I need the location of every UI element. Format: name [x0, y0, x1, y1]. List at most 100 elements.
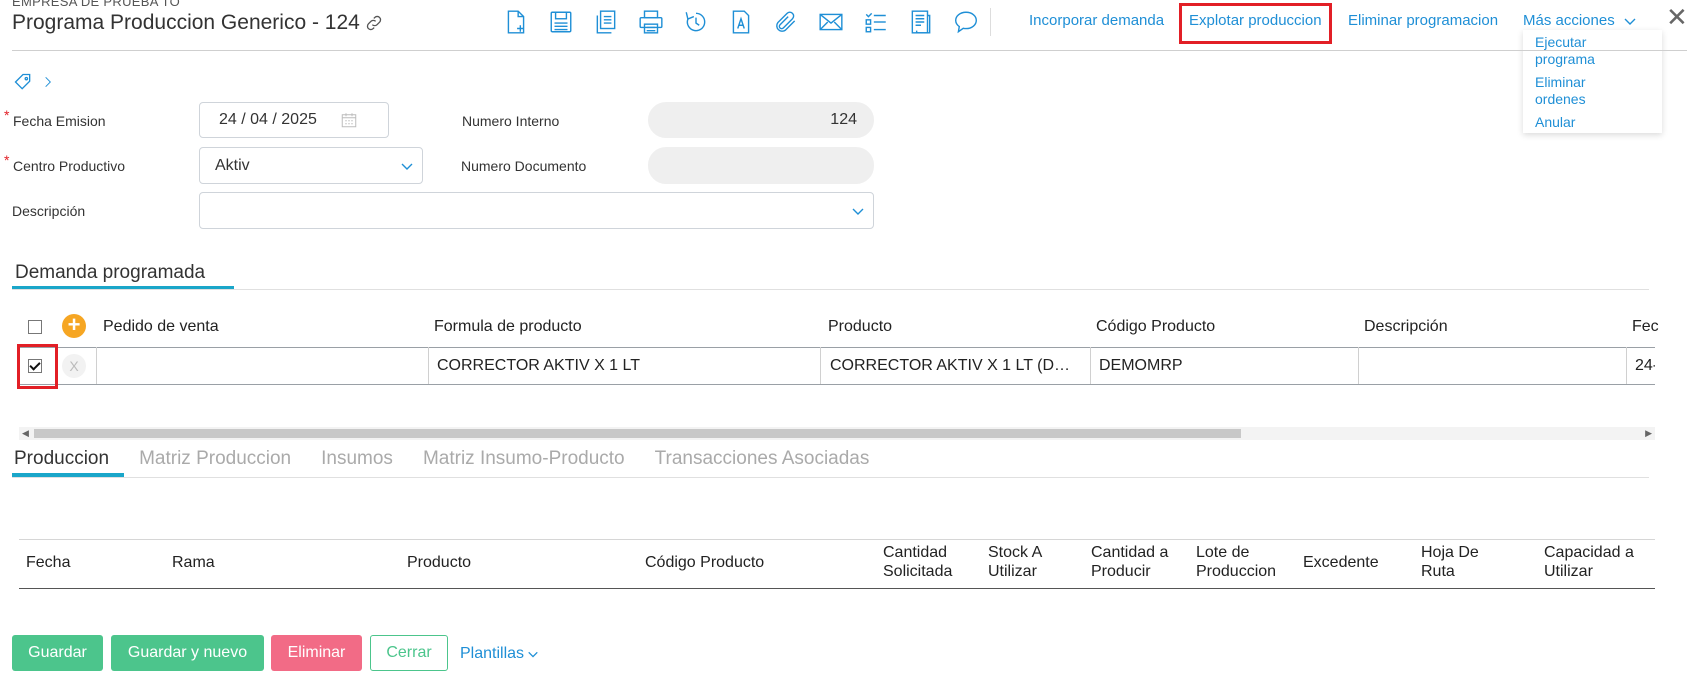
menu-item-eliminar-ordenes[interactable]: Eliminar ordenes	[1523, 74, 1613, 108]
section-divider	[12, 289, 1649, 290]
close-icon[interactable]: ✕	[1666, 4, 1687, 30]
header-line-2: Produccion	[1196, 563, 1277, 580]
chevron-right-icon[interactable]	[41, 72, 55, 92]
chevron-down-icon	[528, 651, 538, 658]
link-icon[interactable]	[364, 13, 384, 33]
header-line-2: Utilizar	[1544, 563, 1593, 580]
email-icon[interactable]	[808, 4, 853, 40]
centro-productivo-label: Centro Productivo	[13, 158, 126, 174]
tab-insumos[interactable]: Insumos	[321, 448, 393, 470]
mas-acciones-dropdown: Ejecutar programa Eliminar ordenes Anula…	[1523, 30, 1662, 133]
guardar-button[interactable]: Guardar	[12, 635, 103, 671]
plantillas-menu[interactable]: Plantillas	[460, 645, 539, 663]
checklist-icon[interactable]	[853, 4, 898, 40]
header-line-1: Lote de	[1196, 544, 1250, 561]
column-header-codigo-producto: Código Producto	[645, 554, 765, 571]
report-icon[interactable]	[898, 4, 943, 40]
cell-fecha[interactable]: 24-	[1635, 357, 1655, 375]
header-line-2: Producir	[1091, 563, 1151, 580]
eliminar-programacion-link[interactable]: Eliminar programacion	[1348, 12, 1498, 29]
add-row-button[interactable]: +	[62, 314, 86, 338]
eliminar-button[interactable]: Eliminar	[271, 635, 362, 671]
required-marker: *	[4, 107, 10, 123]
grid-header-border	[19, 539, 1655, 540]
scroll-right-icon[interactable]: ▶	[1645, 427, 1652, 440]
scrollbar-thumb[interactable]	[34, 429, 1241, 438]
required-marker: *	[4, 152, 10, 168]
header-line-2: Ruta	[1421, 563, 1455, 580]
cell-codigo[interactable]: DEMOMRP	[1099, 357, 1353, 375]
menu-item-anular[interactable]: Anular	[1523, 114, 1662, 131]
cell-separator	[428, 347, 429, 384]
attachment-icon[interactable]	[763, 4, 808, 40]
column-header-producto: Producto	[828, 318, 893, 335]
column-header-rama: Rama	[172, 554, 215, 571]
column-header-stock: Stock A Utilizar	[988, 543, 1042, 581]
header-line-1: Cantidad	[883, 544, 948, 561]
toolbar-separator	[990, 8, 991, 36]
plantillas-label: Plantillas	[460, 645, 525, 662]
tab-produccion[interactable]: Produccion	[14, 448, 109, 470]
cell-separator	[1090, 347, 1091, 384]
history-icon[interactable]	[673, 4, 718, 40]
toolbar	[493, 4, 997, 40]
calendar-icon[interactable]	[340, 111, 358, 129]
fecha-emision-field[interactable]: 24 / 04 / 2025	[199, 102, 389, 138]
grid-row-border	[19, 347, 1655, 348]
centro-productivo-select[interactable]: Aktiv	[199, 147, 423, 184]
column-header-pedido: Pedido de venta	[103, 318, 219, 335]
page-title: Programa Produccion Generico - 124	[12, 11, 384, 35]
save-icon[interactable]	[538, 4, 583, 40]
numero-interno-value: 124	[830, 111, 857, 128]
header-line-2: Solicitada	[883, 563, 953, 580]
horizontal-scrollbar[interactable]: ◀ ▶	[19, 427, 1655, 440]
tab-matriz-produccion[interactable]: Matriz Produccion	[139, 448, 291, 470]
tag-row	[13, 72, 55, 92]
tag-icon[interactable]	[13, 72, 33, 92]
cell-separator	[1626, 347, 1627, 384]
centro-productivo-value: Aktiv	[215, 156, 250, 174]
scroll-left-icon[interactable]: ◀	[22, 427, 29, 440]
tab-transacciones-asociadas[interactable]: Transacciones Asociadas	[655, 448, 870, 470]
incorporar-demanda-link[interactable]: Incorporar demanda	[1029, 12, 1164, 29]
cell-separator	[820, 347, 821, 384]
remove-row-button[interactable]: X	[62, 354, 86, 378]
column-header-cantidad-producir: Cantidad a Producir	[1091, 543, 1168, 581]
company-name: EMPRESA DE PRUEBA TO	[12, 0, 181, 9]
copy-icon[interactable]	[583, 4, 628, 40]
header-line-1: Hoja De	[1421, 544, 1479, 561]
cell-producto[interactable]: CORRECTOR AKTIV X 1 LT (D…	[830, 357, 1085, 375]
cell-separator	[96, 347, 97, 384]
new-document-icon[interactable]	[493, 4, 538, 40]
descripcion-select[interactable]	[199, 192, 874, 229]
descripcion-label: Descripción	[12, 203, 86, 219]
chevron-down-icon	[401, 163, 413, 170]
print-icon[interactable]	[628, 4, 673, 40]
header-divider	[12, 50, 1687, 51]
highlight-row-checkbox	[17, 344, 58, 389]
mas-acciones-menu[interactable]: Más acciones	[1523, 12, 1637, 29]
fecha-emision-label: Fecha Emision	[13, 113, 106, 129]
grid-header-border	[19, 588, 1655, 589]
cell-formula[interactable]: CORRECTOR AKTIV X 1 LT	[437, 357, 815, 375]
section-title-demanda: Demanda programada	[15, 262, 206, 283]
select-all-checkbox[interactable]	[28, 320, 42, 334]
header-line-1: Cantidad a	[1091, 544, 1169, 561]
cerrar-button[interactable]: Cerrar	[370, 635, 448, 671]
column-header-codigo: Código Producto	[1096, 318, 1216, 335]
menu-item-ejecutar-programa[interactable]: Ejecutar programa	[1523, 34, 1613, 68]
column-header-descripcion: Descripción	[1364, 318, 1448, 335]
numero-documento-label: Numero Documento	[461, 158, 587, 174]
tab-divider	[12, 477, 1649, 478]
guardar-y-nuevo-button[interactable]: Guardar y nuevo	[111, 635, 264, 671]
column-header-cantidad-solicitada: Cantidad Solicitada	[883, 543, 952, 581]
comment-icon[interactable]	[943, 4, 988, 40]
numero-interno-field: 124	[648, 102, 874, 138]
column-header-hoja-ruta: Hoja De Ruta	[1421, 543, 1479, 581]
header-line-1: Capacidad a	[1544, 544, 1634, 561]
column-header-producto: Producto	[407, 554, 472, 571]
tab-matriz-insumo-producto[interactable]: Matriz Insumo-Producto	[423, 448, 625, 470]
header-line-2: Utilizar	[988, 563, 1037, 580]
numero-documento-field[interactable]	[648, 147, 874, 184]
text-document-icon[interactable]	[718, 4, 763, 40]
